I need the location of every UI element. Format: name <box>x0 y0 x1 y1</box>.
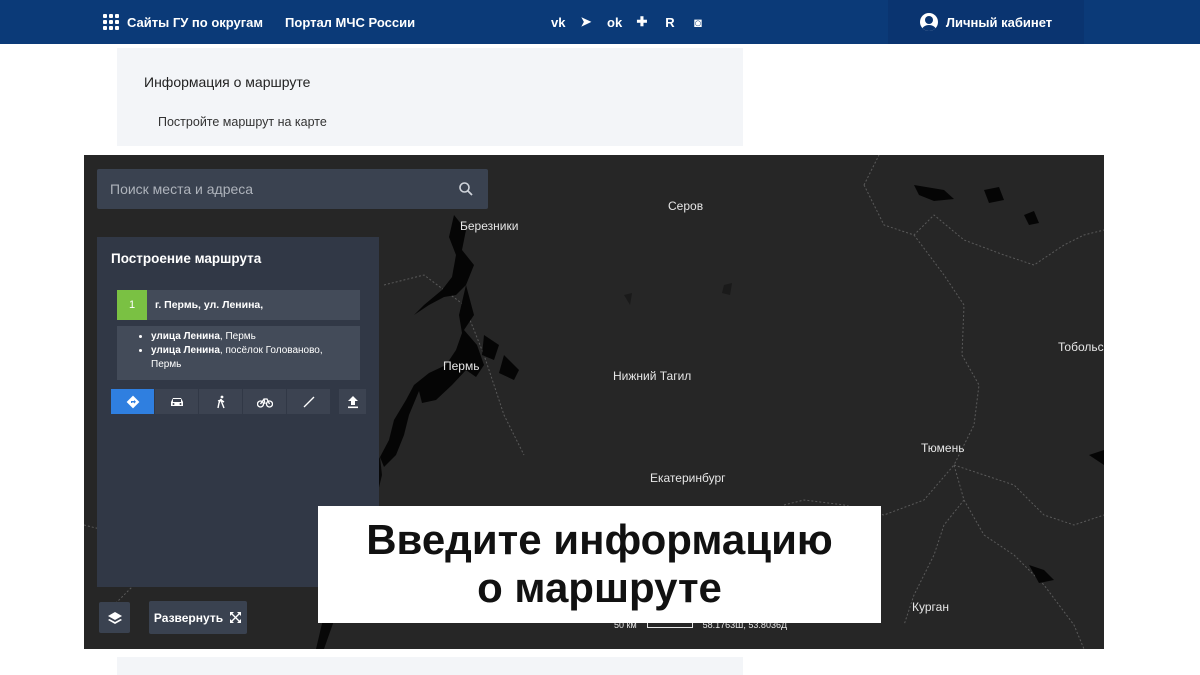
suggestion-item[interactable]: улица Ленина, Пермь <box>151 330 352 344</box>
plus-circle-icon[interactable]: ✚ <box>635 14 649 30</box>
route-point-number: 1 <box>117 290 147 320</box>
city-label-yekaterinburg: Екатеринбург <box>650 471 726 485</box>
fullscreen-icon <box>230 612 242 623</box>
upload-icon <box>347 395 358 408</box>
route-point-row[interactable]: 1 г. Пермь, ул. Ленина, <box>117 290 360 320</box>
route-point-input[interactable]: г. Пермь, ул. Ленина, <box>155 290 263 320</box>
top-links: Сайты ГУ по округам Портал МЧС России <box>103 0 415 44</box>
top-navigation-bar: Сайты ГУ по округам Портал МЧС России vk… <box>0 0 1200 44</box>
city-label-berezniki: Березники <box>460 219 519 233</box>
line-icon <box>303 396 314 407</box>
apps-grid-icon <box>103 14 119 30</box>
scale-bar <box>646 622 693 628</box>
city-label-nizhny-tagil: Нижний Тагил <box>613 369 692 383</box>
expand-map-button[interactable]: Развернуть <box>149 601 247 634</box>
social-links: vk ➤ ok ✚ R ◙ <box>551 0 705 44</box>
suggestion-place: , Пермь <box>219 331 256 342</box>
city-label-tyumen: Тюмень <box>921 441 965 455</box>
bottom-content-strip <box>117 657 743 675</box>
map-layers-button[interactable] <box>99 602 130 633</box>
suggestion-street: улица Ленина <box>151 345 220 356</box>
mchs-portal-link[interactable]: Портал МЧС России <box>285 15 415 30</box>
rutube-icon[interactable]: R <box>663 15 677 30</box>
address-suggestions: улица Ленина, Пермь улица Ленина, посёло… <box>117 326 360 380</box>
mode-car-button[interactable] <box>155 389 198 414</box>
suggestion-street: улица Ленина <box>151 331 220 342</box>
travel-mode-toolbar <box>111 389 330 414</box>
city-label-tobolsk: Тобольск <box>1058 340 1104 354</box>
walk-icon <box>216 395 225 408</box>
layers-icon <box>107 611 122 624</box>
expand-label: Развернуть <box>153 610 224 625</box>
caption-line-1: Введите информацию <box>366 516 833 563</box>
odnoklassniki-icon[interactable]: ok <box>607 15 622 30</box>
city-label-serov: Серов <box>668 199 704 213</box>
camera-icon[interactable]: ◙ <box>691 15 705 30</box>
route-builder-title: Построение маршрута <box>111 251 262 266</box>
cabinet-label: Личный кабинет <box>945 14 1053 30</box>
route-info-title: Информация о маршруте <box>144 74 311 90</box>
regional-sites-label: Сайты ГУ по округам <box>127 14 264 30</box>
caption-overlay: Введите информацию о маршруте <box>318 506 881 623</box>
upload-route-button[interactable] <box>339 389 366 414</box>
mode-walk-button[interactable] <box>199 389 242 414</box>
user-icon <box>919 13 938 31</box>
telegram-icon[interactable]: ➤ <box>579 14 593 30</box>
vk-icon[interactable]: vk <box>551 15 565 30</box>
bike-icon <box>256 397 273 408</box>
mode-directions-button[interactable] <box>111 389 154 414</box>
mode-bike-button[interactable] <box>243 389 286 414</box>
search-icon[interactable] <box>458 181 474 197</box>
mode-line-button[interactable] <box>287 389 330 414</box>
map-search-box <box>97 169 488 209</box>
city-label-perm: Пермь <box>443 359 480 373</box>
route-info-subtitle: Постройте маршрут на карте <box>158 115 327 129</box>
city-label-kurgan: Курган <box>912 600 949 614</box>
caption-line-2: о маршруте <box>477 564 722 611</box>
route-info-box: Информация о маршруте Постройте маршрут … <box>117 48 743 146</box>
regional-sites-link[interactable]: Сайты ГУ по округам <box>103 14 263 30</box>
car-icon <box>170 397 183 406</box>
suggestion-item[interactable]: улица Ленина, посёлок Голованово, Пермь <box>151 344 352 372</box>
directions-icon <box>126 395 139 408</box>
personal-cabinet-button[interactable]: Личный кабинет <box>888 0 1084 44</box>
map-search-input[interactable] <box>97 169 452 209</box>
